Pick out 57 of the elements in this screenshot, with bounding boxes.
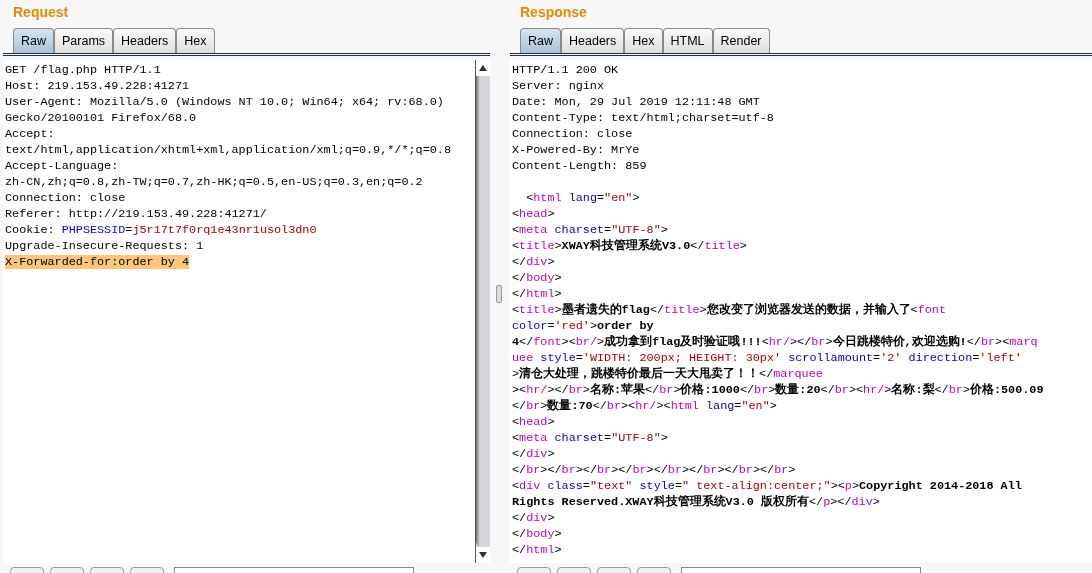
- tab[interactable]: Render: [712, 28, 770, 53]
- tab[interactable]: Params: [54, 28, 114, 53]
- code-line: </br>数量:70</br><hr/><html lang="en">: [512, 398, 777, 414]
- code-line: Referer: http://219.153.49.228:41271/: [5, 206, 267, 222]
- code-line: Accept-Language:: [5, 158, 119, 174]
- code-line: <title>墨者遗失的flag</title>您改变了浏览器发送的数据，并输入了<font: [512, 302, 946, 318]
- code-line: 4</font><br/>成功拿到flag及时验证哦!!!<hr/></br>今日跳楼特价,欢迎选购!</br><marq: [512, 334, 1038, 350]
- code-line: </div>: [512, 254, 555, 270]
- code-line: <html lang="en">: [525, 190, 640, 206]
- code-line: HTTP/1.1 200 OK: [512, 62, 619, 78]
- code-line: Rights Reserved.XWAY科技管理系统V3.0 版权所有</p></div>: [512, 494, 880, 510]
- code-line: <title>XWAY科技管理系统V3.0</title>: [512, 238, 747, 254]
- code-line: <head>: [512, 414, 555, 430]
- code-line: color='red'>order by: [512, 318, 654, 334]
- code-line: </br></br></br></br></br></br></br></br>: [512, 462, 796, 478]
- code-line: uee style='WIDTH: 200px; HEIGHT: 30px' scrollamount='2' direction='left': [512, 350, 1022, 366]
- tab[interactable]: Raw: [13, 28, 54, 53]
- code-line: text/html,application/xhtml+xml,application/xml;q=0.9,*/*;q=0.8: [5, 142, 451, 158]
- code-line: Cookie: PHPSESSID=j5r17t7f0rq1e43nr1usol3dn0: [5, 222, 317, 238]
- code-line: GET /flag.php HTTP/1.1: [5, 62, 161, 78]
- code-line: Server: nginx: [512, 78, 605, 94]
- code-line: Content-Type: text/html;charset=utf-8: [512, 110, 774, 126]
- code-line: <head>: [512, 206, 555, 222]
- code-line: </html>: [512, 286, 562, 302]
- code-line: >清仓大处理，跳楼特价最后一天大甩卖了！！</marquee: [512, 366, 823, 382]
- code-line: Content-Length: 859: [512, 158, 647, 174]
- code-line: </html>: [512, 542, 562, 558]
- code-line: <meta charset="UTF-8">: [512, 430, 668, 446]
- code-line: zh-CN,zh;q=0.8,zh-TW;q=0.7,zh-HK;q=0.5,en-US;q=0.3,en;q=0.2: [5, 174, 423, 190]
- code-line: ><hr/></br>名称:苹果</br>价格:1000</br>数量:20</br><hr/>名称:梨</br>价格:500.09: [512, 382, 1044, 398]
- tab[interactable]: Hex: [176, 28, 215, 53]
- tab[interactable]: Headers: [113, 28, 177, 53]
- code-line: Accept:: [5, 126, 55, 142]
- splitter-handle[interactable]: [495, 285, 502, 303]
- pane-title: Response: [519, 3, 588, 22]
- code-line: User-Agent: Mozilla/5.0 (Windows NT 10.0; Win64; x64; rv:68.0): [5, 94, 444, 110]
- tab[interactable]: Headers: [561, 28, 625, 53]
- code-line: Date: Mon, 29 Jul 2019 12:11:48 GMT: [512, 94, 760, 110]
- code-line: </div>: [512, 510, 555, 526]
- tab[interactable]: Hex: [624, 28, 663, 53]
- code-line: </div>: [512, 446, 555, 462]
- text-editor[interactable]: [3, 60, 475, 563]
- code-line: </body>: [512, 526, 562, 542]
- tab[interactable]: Raw: [520, 28, 561, 53]
- code-line: <div class="text" style=" text-align:center;"><p>Copyright 2014-2018 All: [512, 478, 1022, 494]
- code-line: X-Powered-By: MrYe: [512, 142, 640, 158]
- code-line: </body>: [512, 270, 562, 286]
- down-arrow-icon[interactable]: [478, 551, 488, 559]
- tab[interactable]: HTML: [662, 28, 713, 53]
- code-line: Gecko/20100101 Firefox/68.0: [5, 110, 197, 126]
- code-line: Connection: close: [512, 126, 633, 142]
- up-arrow-icon[interactable]: [478, 64, 488, 72]
- code-line: Upgrade-Insecure-Requests: 1: [5, 238, 204, 254]
- code-line: Connection: close: [5, 190, 126, 206]
- code-line: Host: 219.153.49.228:41271: [5, 78, 190, 94]
- code-line: <meta charset="UTF-8">: [512, 222, 668, 238]
- pane-title: Request: [12, 3, 70, 22]
